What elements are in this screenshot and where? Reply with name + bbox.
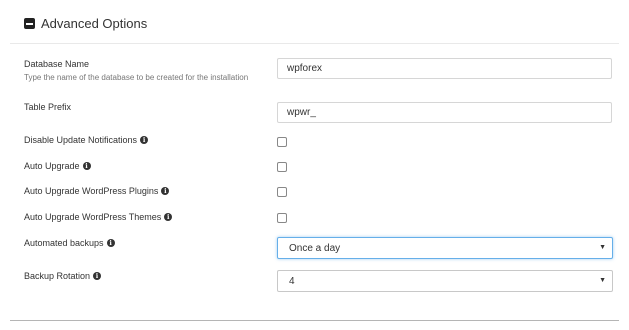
info-icon[interactable]: i (106, 239, 115, 247)
info-icon[interactable]: i (82, 162, 91, 170)
chevron-down-icon: ▼ (599, 277, 606, 284)
info-icon[interactable]: i (93, 272, 102, 280)
database-name-help: Type the name of the database to be crea… (24, 73, 249, 82)
auto-upgrade-themes-label: Auto Upgrade WordPress Themes i (24, 212, 173, 222)
database-name-label: Database Name (24, 59, 90, 69)
auto-upgrade-plugins-label: Auto Upgrade WordPress Plugins i (24, 186, 170, 196)
info-icon[interactable]: i (161, 187, 170, 195)
disable-update-notifications-checkbox[interactable] (277, 137, 287, 147)
auto-upgrade-themes-checkbox[interactable] (277, 213, 287, 223)
automated-backups-select[interactable]: Once a day ▼ (277, 237, 613, 259)
automated-backups-label: Automated backups i (24, 238, 115, 248)
backup-rotation-label: Backup Rotation i (24, 271, 102, 281)
chevron-down-icon: ▼ (599, 244, 606, 251)
table-prefix-input[interactable] (277, 102, 612, 123)
minus-square-icon[interactable] (24, 18, 35, 29)
section-title: Advanced Options (41, 16, 148, 31)
advanced-options-header[interactable]: Advanced Options (24, 16, 147, 31)
divider (10, 320, 619, 321)
disable-update-notifications-label: Disable Update Notifications i (24, 135, 149, 145)
divider (10, 43, 619, 44)
database-name-input[interactable] (277, 58, 612, 79)
backup-rotation-select[interactable]: 4 ▼ (277, 270, 613, 292)
auto-upgrade-checkbox[interactable] (277, 162, 287, 172)
auto-upgrade-label: Auto Upgrade i (24, 161, 91, 171)
auto-upgrade-plugins-checkbox[interactable] (277, 187, 287, 197)
automated-backups-value: Once a day (289, 242, 341, 254)
backup-rotation-value: 4 (289, 275, 295, 287)
info-icon[interactable]: i (164, 213, 173, 221)
table-prefix-label: Table Prefix (24, 102, 72, 112)
info-icon[interactable]: i (140, 136, 149, 144)
